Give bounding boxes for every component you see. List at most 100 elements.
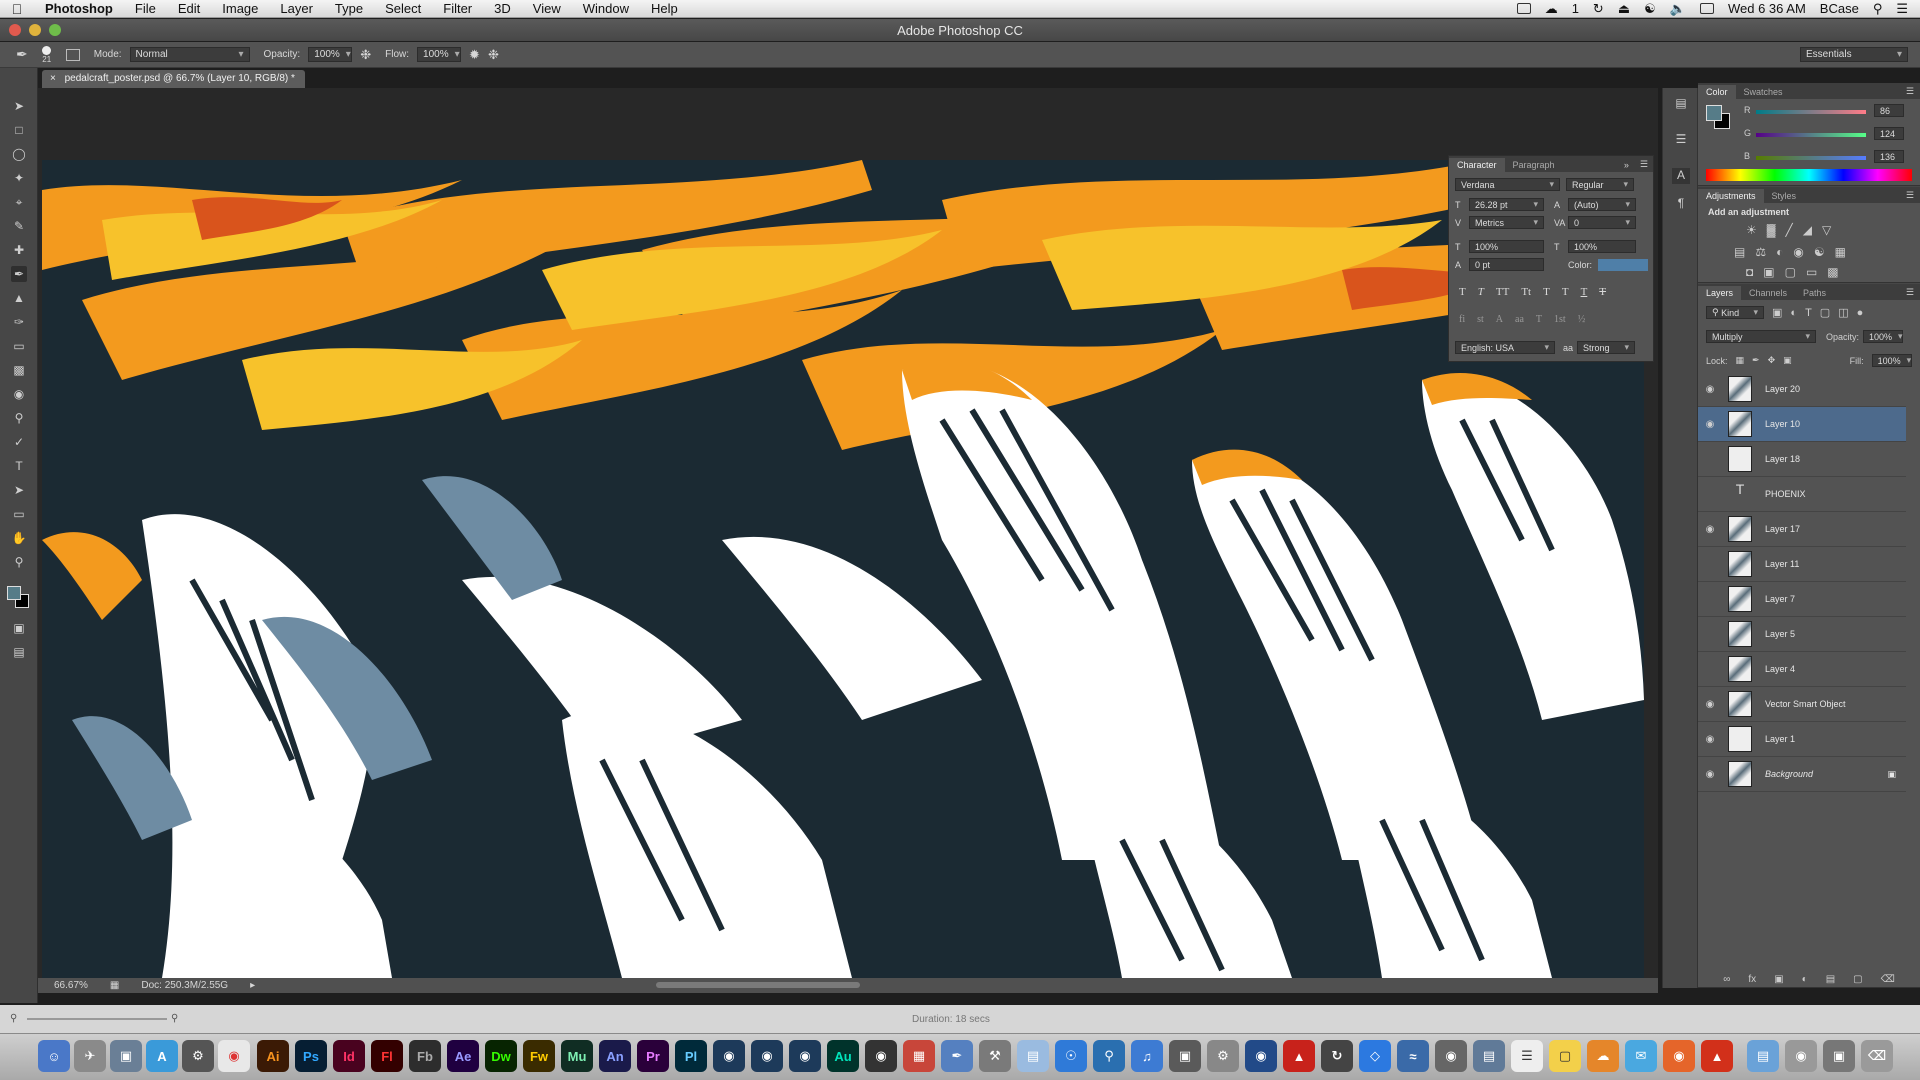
dropbox-icon[interactable]: ◇ xyxy=(1359,1040,1391,1072)
layer-thumbnail[interactable] xyxy=(1728,586,1752,612)
ordinals-button[interactable]: 1st xyxy=(1554,314,1566,325)
filter-toggle-icon[interactable]: ● xyxy=(1857,307,1864,319)
apple-icon[interactable]:  xyxy=(0,1,34,17)
brush-panel-toggle-icon[interactable] xyxy=(65,48,80,61)
dock-app-pl[interactable]: Pl xyxy=(675,1040,707,1072)
threshold-icon[interactable]: ▢ xyxy=(1785,265,1796,279)
menu-app-photoshop[interactable]: Photoshop xyxy=(34,1,124,16)
layer-thumbnail[interactable] xyxy=(1728,691,1752,717)
layer-thumbnail[interactable] xyxy=(1728,551,1752,577)
vertical-scale-field[interactable]: 100% xyxy=(1469,240,1544,253)
clone-stamp-tool-icon[interactable]: ▲ xyxy=(11,290,27,306)
system-preferences-icon[interactable]: ⚙ xyxy=(182,1040,214,1072)
tab-character[interactable]: Character xyxy=(1449,158,1505,172)
black-white-icon[interactable]: ◐ xyxy=(1776,245,1783,259)
lock-all-icon[interactable]: ▣ xyxy=(1783,355,1792,366)
clock-text[interactable]: Wed 6 36 AM xyxy=(1728,1,1806,16)
path-selection-tool-icon[interactable]: ➤ xyxy=(11,482,27,498)
tracking-field[interactable]: 0 xyxy=(1568,216,1636,229)
dock-app-folders[interactable]: ▤ xyxy=(1473,1040,1505,1072)
fill-field[interactable]: 100% xyxy=(1871,354,1912,367)
small-caps-button[interactable]: Tt xyxy=(1521,286,1531,298)
new-layer-icon[interactable]: ▢ xyxy=(1853,974,1862,988)
color-panel-fg-swatch[interactable] xyxy=(1706,105,1722,121)
dock-app-tool[interactable]: ⚒ xyxy=(979,1040,1011,1072)
layer-thumbnail[interactable] xyxy=(1728,621,1752,647)
layer-row[interactable]: ◉ Layer 20 xyxy=(1698,372,1906,407)
baseline-shift-field[interactable]: 0 pt xyxy=(1469,258,1544,271)
notification-center-icon[interactable]: ☰ xyxy=(1896,1,1908,17)
menu-help[interactable]: Help xyxy=(640,1,689,16)
app-store-icon[interactable]: A xyxy=(146,1040,178,1072)
green-slider[interactable] xyxy=(1756,133,1866,137)
dock-app-disc-2[interactable]: ◉ xyxy=(751,1040,783,1072)
swash-button[interactable]: A xyxy=(1496,314,1503,325)
color-balance-icon[interactable]: ⚖ xyxy=(1755,245,1766,259)
gradient-tool-icon[interactable]: ▩ xyxy=(11,362,27,378)
messages-icon[interactable]: ✉ xyxy=(1625,1040,1657,1072)
brush-tool-icon[interactable]: ✒ xyxy=(11,266,27,282)
antialias-select[interactable]: Strong xyxy=(1577,341,1636,354)
layer-row[interactable]: Layer 18 xyxy=(1698,442,1906,477)
chrome-icon[interactable]: ◉ xyxy=(218,1040,250,1072)
dvd-player-icon[interactable]: ◉ xyxy=(865,1040,897,1072)
dock-app-fb[interactable]: Fb xyxy=(409,1040,441,1072)
history-panel-icon[interactable]: ▤ xyxy=(1672,96,1690,112)
brightness-contrast-icon[interactable]: ☀ xyxy=(1746,223,1757,237)
adobe-cloud-icon[interactable]: ☁ xyxy=(1545,1,1558,17)
filter-type-icon[interactable]: T xyxy=(1805,307,1812,319)
layer-row[interactable]: ◉ Background ▣ xyxy=(1698,757,1906,792)
timeline-zoom-slider[interactable] xyxy=(27,1018,167,1020)
layer-row[interactable]: ◉ Layer 1 xyxy=(1698,722,1906,757)
status-menu-icon[interactable]: ▦ xyxy=(110,980,119,991)
hue-saturation-icon[interactable]: ▤ xyxy=(1734,245,1745,259)
pressure-opacity-icon[interactable]: ❉ xyxy=(360,47,371,63)
downloads-folder-icon[interactable]: ▤ xyxy=(1747,1040,1779,1072)
dock-app-disk[interactable]: ◉ xyxy=(1785,1040,1817,1072)
menu-type[interactable]: Type xyxy=(324,1,374,16)
dock-app-wave[interactable]: ≈ xyxy=(1397,1040,1429,1072)
layer-thumbnail[interactable] xyxy=(1728,656,1752,682)
blend-mode-select[interactable]: Multiply xyxy=(1706,330,1816,343)
dock-app-disc-3[interactable]: ◉ xyxy=(789,1040,821,1072)
workspace-select[interactable]: Essentials xyxy=(1800,47,1908,62)
channel-mixer-icon[interactable]: ☯ xyxy=(1814,245,1825,259)
dock-app-search[interactable]: ⚲ xyxy=(1093,1040,1125,1072)
link-layers-icon[interactable]: ∞ xyxy=(1723,974,1730,988)
tab-paths[interactable]: Paths xyxy=(1795,286,1834,300)
menu-file[interactable]: File xyxy=(124,1,167,16)
discretionary-ligatures-button[interactable]: st xyxy=(1477,314,1484,325)
lasso-tool-icon[interactable]: ◯ xyxy=(11,146,27,162)
eyedropper-tool-icon[interactable]: ✎ xyxy=(11,218,27,234)
dock-app-cloud[interactable]: ☁ xyxy=(1587,1040,1619,1072)
zoom-window-button[interactable] xyxy=(49,24,61,36)
foreground-color-swatch[interactable] xyxy=(7,586,21,600)
magic-wand-tool-icon[interactable]: ✦ xyxy=(11,170,27,186)
dock-app-photo[interactable]: ▣ xyxy=(1169,1040,1201,1072)
eject-icon[interactable]: ⏏ xyxy=(1618,1,1630,17)
itunes-icon[interactable]: ♫ xyxy=(1131,1040,1163,1072)
dock-app-fw[interactable]: Fw xyxy=(523,1040,555,1072)
timeline-zoom-in-icon[interactable]: ⚲ xyxy=(171,1013,178,1024)
tab-color[interactable]: Color xyxy=(1698,85,1736,99)
horizontal-scrollbar[interactable] xyxy=(656,982,860,988)
pen-tool-icon[interactable]: ✓ xyxy=(11,434,27,450)
tab-paragraph[interactable]: Paragraph xyxy=(1505,158,1563,172)
layers-menu-icon[interactable]: ☰ xyxy=(1900,285,1920,300)
layer-row[interactable]: ◉ Layer 17 xyxy=(1698,512,1906,547)
menu-layer[interactable]: Layer xyxy=(269,1,324,16)
blue-slider[interactable] xyxy=(1756,156,1866,160)
red-value[interactable]: 86 xyxy=(1874,104,1904,117)
vibrance-icon[interactable]: ▽ xyxy=(1822,223,1831,237)
filter-shape-icon[interactable]: ▢ xyxy=(1820,306,1830,319)
dock-app-dw[interactable]: Dw xyxy=(485,1040,517,1072)
green-value[interactable]: 124 xyxy=(1874,127,1904,140)
leading-field[interactable]: (Auto) xyxy=(1568,198,1636,211)
titling-alternates-button[interactable]: T xyxy=(1536,314,1542,325)
dodge-tool-icon[interactable]: ⚲ xyxy=(11,410,27,426)
lock-transparent-icon[interactable]: ▦ xyxy=(1736,355,1745,366)
layer-filter-kind[interactable]: ⚲ Kind xyxy=(1706,306,1764,319)
quick-mask-icon[interactable]: ▣ xyxy=(11,620,27,636)
lock-position-icon[interactable]: ✥ xyxy=(1768,355,1776,366)
horizontal-scale-field[interactable]: 100% xyxy=(1568,240,1636,253)
